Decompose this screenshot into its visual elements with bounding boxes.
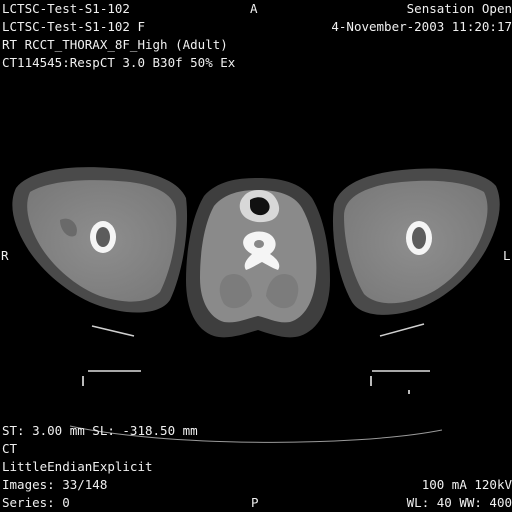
patient-id-sex: LCTSC-Test-S1-102 F xyxy=(2,19,145,34)
exposure-params: 100 mA 120kV xyxy=(421,477,512,492)
image-index: Images: 33/148 xyxy=(2,477,108,492)
study-datetime: 4-November-2003 11:20:17 xyxy=(331,19,512,34)
overlay-bottom-right: 100 mA 120kV WL: 40 WW: 400 xyxy=(407,476,512,512)
orientation-anterior: A xyxy=(250,1,258,16)
scanner-model: Sensation Open xyxy=(406,1,512,16)
left-arm-section xyxy=(332,168,500,315)
protocol-name: RT RCCT_THORAX_8F_High (Adult) xyxy=(2,37,228,52)
series-number: Series: 0 xyxy=(2,495,70,510)
slice-info: ST: 3.00 mm SL: -318.50 mm xyxy=(2,423,198,438)
window-level: WL: 40 WW: 400 xyxy=(406,495,512,510)
orientation-posterior: P xyxy=(251,495,259,510)
series-description: CT114545:RespCT 3.0 B30f 50% Ex xyxy=(2,55,236,70)
patient-id: LCTSC-Test-S1-102 xyxy=(2,1,130,16)
orientation-right: R xyxy=(1,248,9,263)
orientation-left: L xyxy=(503,248,511,263)
overlay-top-left: LCTSC-Test-S1-102 LCTSC-Test-S1-102 F RT… xyxy=(2,0,235,72)
modality: CT xyxy=(2,441,18,456)
overlay-bottom-left: ST: 3.00 mm SL: -318.50 mm CT LittleEndi… xyxy=(2,422,198,512)
overlay-top-right: Sensation Open 4-November-2003 11:20:17 xyxy=(331,0,512,36)
neck-section xyxy=(186,178,330,338)
transfer-syntax: LittleEndianExplicit xyxy=(2,459,153,474)
dicom-viewport[interactable]: LCTSC-Test-S1-102 LCTSC-Test-S1-102 F RT… xyxy=(0,0,512,512)
right-arm-section xyxy=(12,167,188,313)
